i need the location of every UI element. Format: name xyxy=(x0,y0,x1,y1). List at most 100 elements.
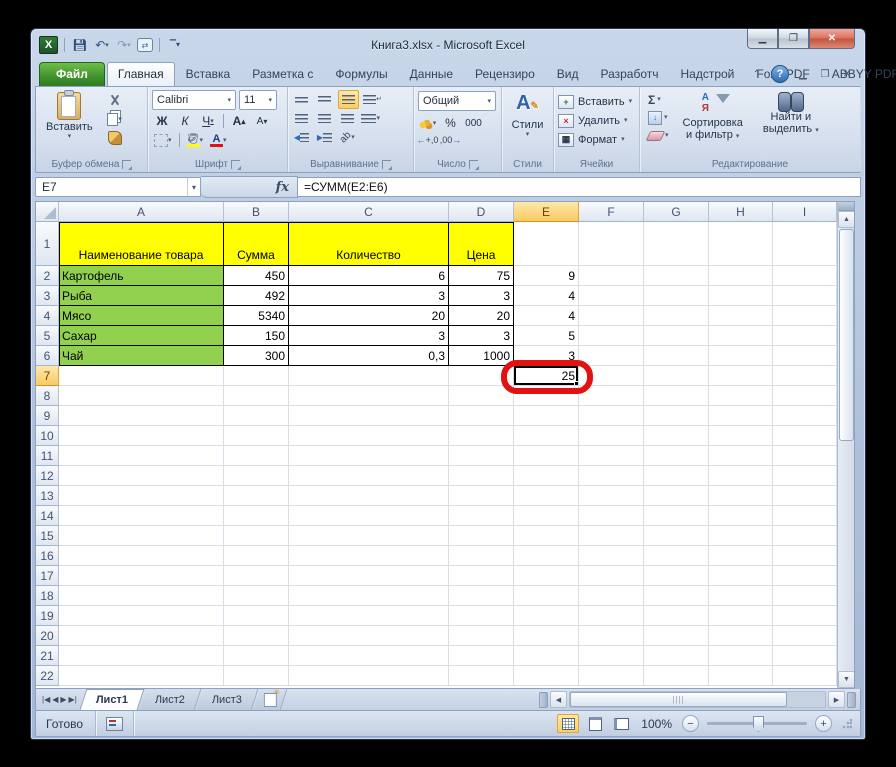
cell-B2[interactable]: 450 xyxy=(224,266,289,286)
collapse-ribbon-icon[interactable]: ⌃ xyxy=(749,69,765,80)
cell-D5[interactable]: 3 xyxy=(449,326,514,346)
cell-E13[interactable] xyxy=(514,486,579,506)
restore-button[interactable]: ❐ xyxy=(778,29,809,49)
cell-H8[interactable] xyxy=(709,386,773,406)
row-header-9[interactable]: 9 xyxy=(36,406,59,426)
dialog-launcher-icon[interactable] xyxy=(231,160,240,169)
cell-B16[interactable] xyxy=(224,546,289,566)
cell-A13[interactable] xyxy=(59,486,224,506)
cell-G8[interactable] xyxy=(644,386,709,406)
cell-D4[interactable]: 20 xyxy=(449,306,514,326)
row-header-5[interactable]: 5 xyxy=(36,326,59,346)
cell-H2[interactable] xyxy=(709,266,773,286)
cell-D19[interactable] xyxy=(449,606,514,626)
cell-B15[interactable] xyxy=(224,526,289,546)
clear-button[interactable]: ▾ xyxy=(648,128,669,143)
cell-H14[interactable] xyxy=(709,506,773,526)
cell-I2[interactable] xyxy=(773,266,837,286)
cell-E17[interactable] xyxy=(514,566,579,586)
cell-A5[interactable]: Сахар xyxy=(59,326,224,346)
cell-B10[interactable] xyxy=(224,426,289,446)
cell-C6[interactable]: 0,3 xyxy=(289,346,449,366)
cell-E4[interactable]: 4 xyxy=(514,306,579,326)
cell-D11[interactable] xyxy=(449,446,514,466)
cell-I4[interactable] xyxy=(773,306,837,326)
cell-H7[interactable] xyxy=(709,366,773,386)
cell-F11[interactable] xyxy=(579,446,644,466)
column-header-D[interactable]: D xyxy=(449,202,514,222)
cell-A9[interactable] xyxy=(59,406,224,426)
align-bottom-button[interactable] xyxy=(338,90,359,109)
cell-G15[interactable] xyxy=(644,526,709,546)
tab-splitter-handle[interactable] xyxy=(539,692,548,708)
tab-главная[interactable]: Главная xyxy=(107,62,175,86)
row-header-2[interactable]: 2 xyxy=(36,266,59,286)
align-top-button[interactable] xyxy=(292,91,311,108)
cell-A18[interactable] xyxy=(59,586,224,606)
cell-F5[interactable] xyxy=(579,326,644,346)
cell-C14[interactable] xyxy=(289,506,449,526)
orientation-button[interactable]: ab▾ xyxy=(338,129,357,146)
cell-I15[interactable] xyxy=(773,526,837,546)
increase-decimal-button[interactable]: ←+,0 xyxy=(418,132,437,149)
cell-A20[interactable] xyxy=(59,626,224,646)
align-middle-button[interactable] xyxy=(315,91,334,108)
cell-H10[interactable] xyxy=(709,426,773,446)
borders-button[interactable]: ▾ xyxy=(152,132,174,148)
insert-sheet-tab[interactable] xyxy=(254,689,288,710)
cell-G13[interactable] xyxy=(644,486,709,506)
tab-рецензиро[interactable]: Рецензиро xyxy=(464,62,546,86)
cell-I6[interactable] xyxy=(773,346,837,366)
row-header-6[interactable]: 6 xyxy=(36,346,59,366)
row-header-8[interactable]: 8 xyxy=(36,386,59,406)
cell-A10[interactable] xyxy=(59,426,224,446)
paste-button[interactable]: Вставить▾ xyxy=(40,90,99,141)
cell-H1[interactable] xyxy=(709,222,773,266)
cell-B20[interactable] xyxy=(224,626,289,646)
row-header-10[interactable]: 10 xyxy=(36,426,59,446)
align-right-button[interactable] xyxy=(338,110,357,127)
cell-I3[interactable] xyxy=(773,286,837,306)
cell-C22[interactable] xyxy=(289,666,449,686)
shrink-font-button[interactable]: А▾ xyxy=(252,113,272,129)
cell-G2[interactable] xyxy=(644,266,709,286)
cell-B11[interactable] xyxy=(224,446,289,466)
dialog-launcher-icon[interactable] xyxy=(382,160,391,169)
underline-button[interactable]: Ч▾ xyxy=(198,113,218,129)
zoom-in-icon[interactable]: + xyxy=(815,715,832,732)
active-cell-E7[interactable]: 25 xyxy=(514,366,579,386)
row-header-18[interactable]: 18 xyxy=(36,586,59,606)
first-sheet-icon[interactable]: |◀ xyxy=(42,695,50,704)
scroll-left-icon[interactable]: ◀ xyxy=(550,691,567,708)
cut-button[interactable] xyxy=(105,92,125,108)
cell-F18[interactable] xyxy=(579,586,644,606)
cell-B4[interactable]: 5340 xyxy=(224,306,289,326)
cell-A3[interactable]: Рыба xyxy=(59,286,224,306)
cell-I5[interactable] xyxy=(773,326,837,346)
cell-G18[interactable] xyxy=(644,586,709,606)
column-header-A[interactable]: A xyxy=(59,202,224,222)
workbook-restore-icon[interactable]: ❐ xyxy=(817,69,833,80)
row-header-1[interactable]: 1 xyxy=(36,222,59,266)
row-header-21[interactable]: 21 xyxy=(36,646,59,666)
cell-H11[interactable] xyxy=(709,446,773,466)
cell-G1[interactable] xyxy=(644,222,709,266)
column-header-G[interactable]: G xyxy=(644,202,709,222)
wrap-text-button[interactable]: ↵ xyxy=(363,91,382,108)
close-button[interactable]: ✕ xyxy=(809,29,855,49)
cell-B3[interactable]: 492 xyxy=(224,286,289,306)
cell-H21[interactable] xyxy=(709,646,773,666)
row-header-13[interactable]: 13 xyxy=(36,486,59,506)
cell-B14[interactable] xyxy=(224,506,289,526)
cell-C19[interactable] xyxy=(289,606,449,626)
delete-cells-button[interactable]: ×Удалить▾ xyxy=(558,111,628,130)
cell-A16[interactable] xyxy=(59,546,224,566)
zoom-slider-thumb[interactable] xyxy=(753,716,764,732)
cell-C9[interactable] xyxy=(289,406,449,426)
cell-G14[interactable] xyxy=(644,506,709,526)
cell-F4[interactable] xyxy=(579,306,644,326)
cell-F21[interactable] xyxy=(579,646,644,666)
cell-I19[interactable] xyxy=(773,606,837,626)
cell-D10[interactable] xyxy=(449,426,514,446)
column-header-I[interactable]: I xyxy=(773,202,837,222)
